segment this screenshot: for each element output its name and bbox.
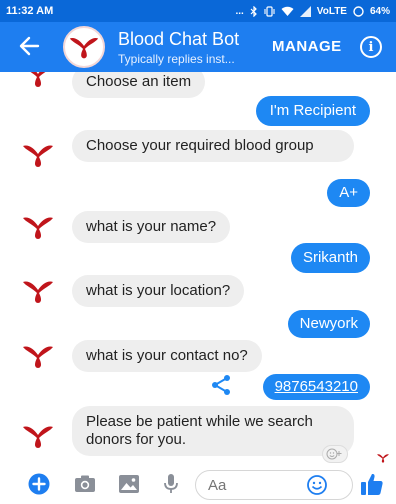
status-dots: ... xyxy=(235,5,244,17)
status-bar: 11:32 AM ... VoLTE 64% xyxy=(0,0,396,22)
user-message: I'm Recipient xyxy=(255,96,370,126)
reply-status: Typically replies inst... xyxy=(118,52,235,66)
message-composer xyxy=(0,464,396,504)
bot-avatar-small xyxy=(23,426,53,448)
vibrate-icon xyxy=(264,5,275,17)
share-icon[interactable] xyxy=(210,374,232,396)
bot-message: what is your location? xyxy=(72,275,245,307)
status-indicators: ... VoLTE 64% xyxy=(235,5,390,17)
battery-level: 64% xyxy=(369,5,390,17)
bot-name: Blood Chat Bot xyxy=(118,29,240,49)
battery-icon xyxy=(353,5,364,17)
bot-avatar-small xyxy=(23,281,53,303)
bot-message: what is your name? xyxy=(72,211,231,243)
bot-avatar-small xyxy=(23,145,53,167)
info-icon[interactable]: i xyxy=(360,36,382,58)
user-message: Newyork xyxy=(287,310,370,338)
status-time: 11:32 AM xyxy=(6,5,54,17)
bot-message: Choose an item xyxy=(72,72,206,98)
blood-drop-logo-icon xyxy=(69,38,99,59)
plus-circle-icon[interactable] xyxy=(28,473,50,495)
info-glyph: i xyxy=(368,39,374,55)
bot-avatar-small xyxy=(23,346,53,368)
bot-avatar-small xyxy=(23,217,53,239)
arrow-left-icon[interactable] xyxy=(18,34,40,58)
bluetooth-icon xyxy=(250,5,257,17)
bot-avatar-small xyxy=(30,72,46,87)
bot-message: Please be patient while we search donors… xyxy=(72,406,354,456)
bot-message: Choose your required blood group xyxy=(72,130,354,162)
smile-plus-icon xyxy=(326,448,342,460)
user-message: A+ xyxy=(327,179,370,207)
message-input[interactable] xyxy=(195,470,353,500)
smile-icon[interactable] xyxy=(307,475,327,495)
camera-icon[interactable] xyxy=(74,473,96,495)
user-message: Srikanth xyxy=(290,243,370,273)
chat-header: Blood Chat Bot Typically replies inst...… xyxy=(0,22,396,72)
user-message-phone-link[interactable]: 9876543210 xyxy=(262,374,370,400)
network-type: VoLTE xyxy=(316,5,347,17)
bot-message: what is your contact no? xyxy=(72,340,262,372)
signal-icon xyxy=(299,5,311,17)
wifi-icon xyxy=(281,6,294,16)
seen-indicator-icon xyxy=(377,454,389,463)
chat-thread[interactable]: Choose an item I'm Recipient Choose your… xyxy=(0,72,396,464)
microphone-icon[interactable] xyxy=(160,473,182,495)
thumbs-up-icon[interactable] xyxy=(360,472,384,496)
image-icon[interactable] xyxy=(118,473,140,495)
manage-button[interactable]: MANAGE xyxy=(272,38,342,55)
bot-avatar[interactable] xyxy=(63,26,105,68)
reaction-button[interactable] xyxy=(322,445,348,463)
